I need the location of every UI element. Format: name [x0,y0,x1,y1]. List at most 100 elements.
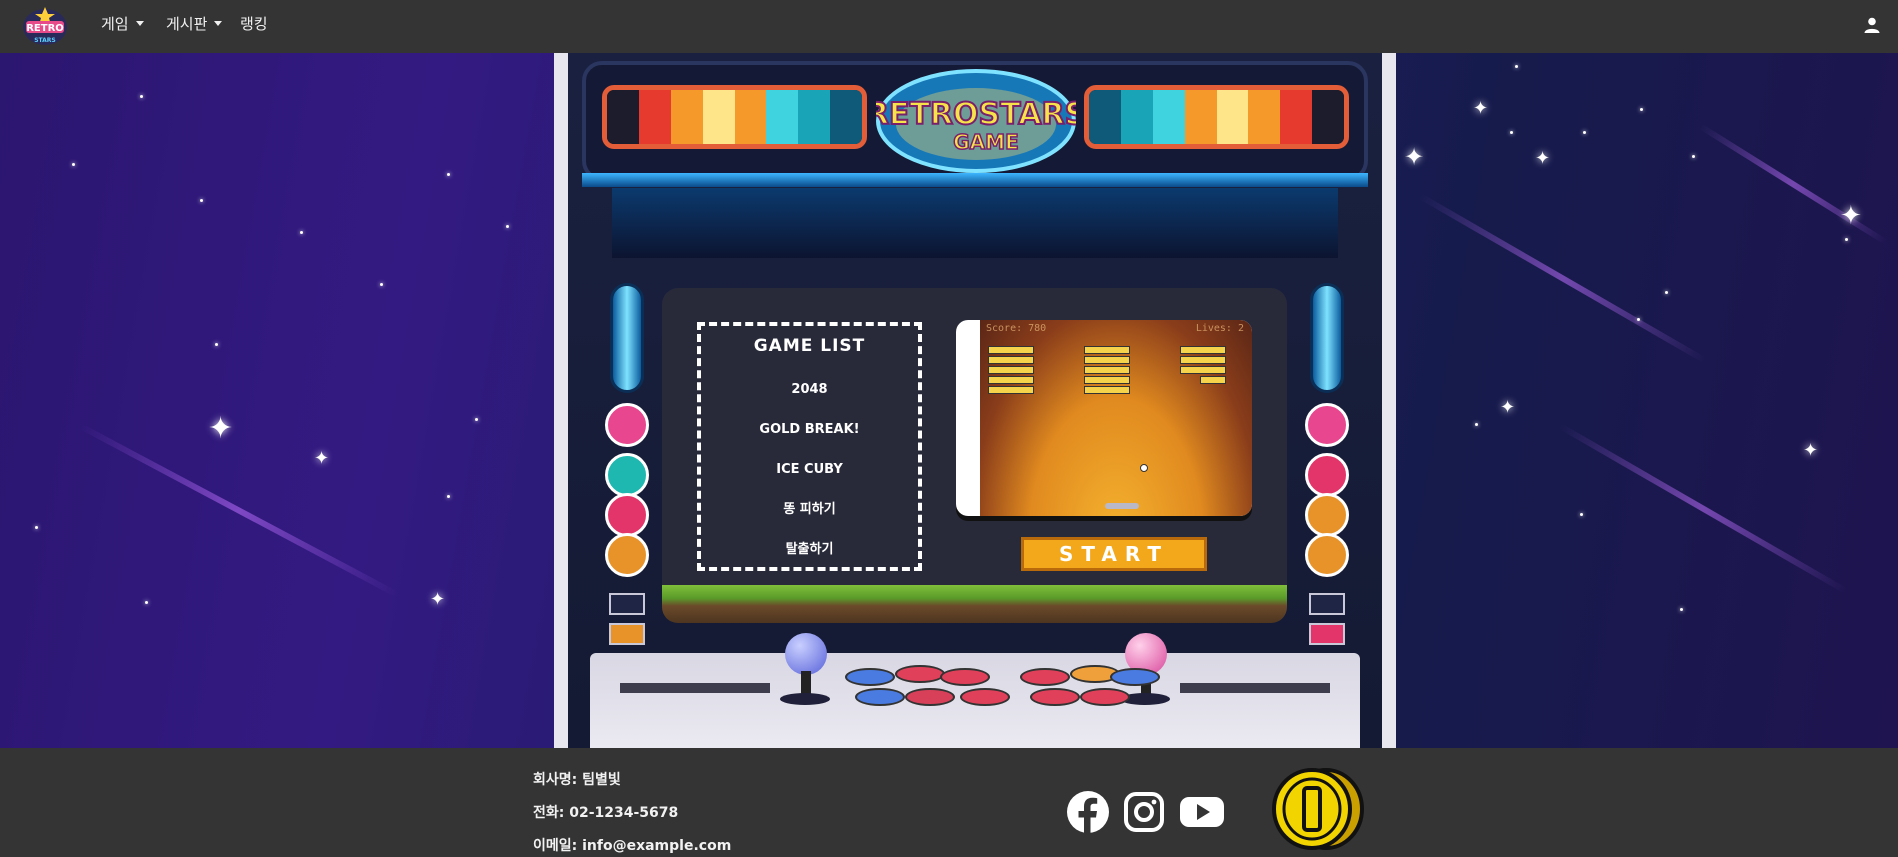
preview-lives: Lives: 2 [1195,323,1244,334]
gold-coin-icon [1272,768,1364,850]
star [1475,423,1478,426]
arcade-screen: GAME LIST 2048 GOLD BREAK! ICE CUBY 똥 피하… [662,288,1287,623]
sparkle: ✦ [314,448,330,469]
star [1580,513,1583,516]
brick [1084,376,1130,384]
arcade-button [940,668,990,686]
user-icon[interactable] [1864,17,1880,33]
svg-text:RETRO: RETRO [26,23,64,34]
side-button [1305,533,1349,577]
star [447,495,450,498]
game-preview: Score: 780 Lives: 2 [956,320,1252,516]
control-label-strip [1180,683,1330,693]
game-item-avoid-poop[interactable]: 똥 피하기 [701,502,918,518]
marquee-light-right [1084,85,1349,149]
star [145,601,148,604]
side-button [1305,403,1349,447]
arcade-button [905,688,955,706]
neon-tube [610,283,644,393]
arcade-cabinet: RETROSTARS GAME GAME LIST 2048 GOLD BREA… [522,53,1428,748]
brick [1180,356,1226,364]
nav-ranking-label: 랭킹 [240,15,268,33]
game-ball [1140,464,1148,472]
game-item-gold-break[interactable]: GOLD BREAK! [701,422,918,438]
brick [1084,346,1130,354]
sparkle: ✦ [208,411,234,446]
footer-phone: 전화: 02-1234-5678 [533,805,679,821]
control-label-strip [620,683,770,693]
arcade-button [895,665,945,683]
star [1640,108,1643,111]
star [380,283,383,286]
game-paddle [1105,503,1139,509]
side-vent [1309,593,1345,615]
right-side-panel [1297,283,1357,703]
control-panel [590,633,1360,748]
nav-game-menu[interactable]: 게임 [101,14,144,34]
chevron-down-icon [214,21,223,26]
star [447,173,450,176]
svg-text:STARS: STARS [34,37,56,44]
star [35,526,38,529]
side-button [605,453,649,497]
svg-text:GAME: GAME [953,130,1018,154]
star [1680,608,1683,611]
facebook-icon[interactable] [1066,790,1110,834]
left-side-panel [597,283,657,703]
star [1510,131,1513,134]
joystick-base [780,693,830,705]
brick [1084,366,1130,374]
pixel-grass-strip [662,585,1287,623]
star [140,95,143,98]
start-button[interactable]: START [1021,537,1207,571]
star [1515,65,1518,68]
arcade-button [1110,668,1160,686]
brick [988,376,1034,384]
sparkle: ✦ [1535,148,1551,169]
youtube-icon[interactable] [1179,790,1225,834]
star [1637,318,1640,321]
brick [1180,366,1226,374]
nav-board-menu[interactable]: 게시판 [166,14,223,34]
arcade-button [1030,688,1080,706]
star [1845,238,1848,241]
nav-game-label: 게임 [101,15,129,33]
light-streak [78,423,400,598]
star [1583,131,1586,134]
arcade-button [845,668,895,686]
chevron-down-icon [135,21,144,26]
side-button [605,493,649,537]
neon-tube [1310,283,1344,393]
side-vent [609,623,645,645]
nav-board-label: 게시판 [166,15,208,33]
brick [988,386,1034,394]
star [1665,291,1668,294]
arcade-button [960,688,1010,706]
side-button [605,403,649,447]
marquee-light-left [602,85,867,149]
game-item-escape[interactable]: 탈출하기 [701,542,918,558]
arcade-hero: ✦ ✦ ✦ ✦ ✦ ✦ ✦ ✦ ✦ RETROSTARS GAME GAME L… [0,53,1898,748]
star [72,163,75,166]
star [200,199,203,202]
footer-company: 회사명: 팀별빛 [533,772,621,788]
nav-ranking-link[interactable]: 랭킹 [240,14,268,34]
sparkle: ✦ [1840,201,1862,231]
star [215,343,218,346]
game-item-ice-cuby[interactable]: ICE CUBY [701,462,918,478]
brick [1084,356,1130,364]
arcade-button [1020,668,1070,686]
instagram-icon[interactable] [1122,790,1166,834]
footer-email: 이메일: info@example.com [533,838,732,854]
game-item-2048[interactable]: 2048 [701,382,918,398]
side-button [605,533,649,577]
retro-stars-game-logo: RETROSTARS GAME [876,69,1076,173]
retro-stars-logo[interactable]: RETRO STARS [20,5,70,47]
arcade-button [1080,688,1130,706]
side-button [1305,493,1349,537]
game-list-panel: GAME LIST 2048 GOLD BREAK! ICE CUBY 똥 피하… [697,322,922,571]
game-list-title: GAME LIST [753,336,866,356]
brick [988,356,1034,364]
brick [1084,386,1130,394]
cabinet-marquee: RETROSTARS GAME [582,61,1368,181]
